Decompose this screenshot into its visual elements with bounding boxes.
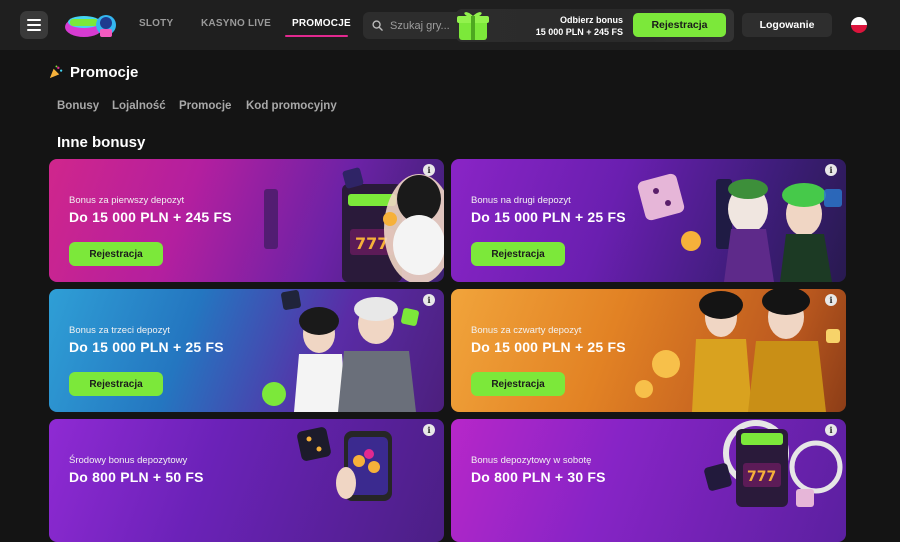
bonus-card[interactable]: i Bonus za trzeci depozyt Do 15 000 PLN …	[49, 289, 444, 412]
page-title-text: Promocje	[70, 64, 139, 81]
search-box[interactable]	[363, 12, 460, 39]
card-amount: Do 15 000 PLN + 25 FS	[471, 339, 626, 355]
menu-icon[interactable]	[20, 11, 48, 39]
card-subtitle: Bonus za czwarty depozyt	[471, 325, 582, 336]
page-title: Promocje	[48, 64, 138, 81]
info-icon[interactable]: i	[423, 294, 435, 306]
card-illustration	[297, 427, 392, 501]
card-amount: Do 15 000 PLN + 25 FS	[471, 209, 626, 225]
svg-text:777: 777	[355, 234, 388, 253]
top-header: SLOTY KASYNO LIVE PROMOCJE Odbierz bonus…	[0, 0, 900, 50]
subnav-bonusy[interactable]: Bonusy	[57, 100, 99, 112]
card-register-button[interactable]: Rejestracja	[471, 372, 565, 396]
info-icon[interactable]: i	[825, 294, 837, 306]
card-register-button[interactable]: Rejestracja	[69, 372, 163, 396]
search-icon	[372, 20, 383, 31]
card-subtitle: Bonus na drugi depozyt	[471, 195, 571, 206]
card-illustration: 777	[704, 420, 843, 507]
site-logo[interactable]	[62, 10, 118, 40]
bonus-card[interactable]: 777 i Bonus depozytowy w sobotę Do 800 P…	[451, 419, 846, 542]
header-bonus-text: Odbierz bonus 15 000 PLN + 245 FS	[535, 14, 623, 38]
bonus-card[interactable]: i Bonus za czwarty depozyt Do 15 000 PLN…	[451, 289, 846, 412]
info-icon[interactable]: i	[825, 424, 837, 436]
card-subtitle: Bonus za pierwszy depozyt	[69, 195, 185, 206]
card-illustration	[262, 290, 419, 412]
svg-text:777: 777	[747, 469, 776, 485]
poland-flag-icon[interactable]	[851, 17, 867, 33]
header-bonus-line2: 15 000 PLN + 245 FS	[535, 27, 623, 37]
subnav-lojalnosc[interactable]: Lojalność	[112, 100, 166, 112]
card-amount: Do 15 000 PLN + 25 FS	[69, 339, 224, 355]
subnav-kod-promocyjny[interactable]: Kod promocyjny	[246, 100, 337, 112]
bonus-card[interactable]: i Środowy bonus depozytowy Do 800 PLN + …	[49, 419, 444, 542]
card-amount: Do 800 PLN + 50 FS	[69, 469, 204, 485]
subnav-promocje[interactable]: Promocje	[179, 100, 231, 112]
card-amount: Do 800 PLN + 30 FS	[471, 469, 606, 485]
bonus-card[interactable]: i Bonus na drugi depozyt Do 15 000 PLN +…	[451, 159, 846, 282]
header-bonus-line1: Odbierz bonus	[560, 15, 623, 25]
login-button[interactable]: Logowanie	[742, 13, 832, 37]
section-title: Inne bonusy	[57, 134, 146, 151]
nav-kasyno-live[interactable]: KASYNO LIVE	[201, 18, 271, 29]
card-subtitle: Bonus depozytowy w sobotę	[471, 455, 592, 466]
info-icon[interactable]: i	[423, 164, 435, 176]
card-amount: Do 15 000 PLN + 245 FS	[69, 209, 232, 225]
card-subtitle: Środowy bonus depozytowy	[69, 455, 188, 466]
nav-sloty[interactable]: SLOTY	[139, 18, 173, 29]
card-register-button[interactable]: Rejestracja	[69, 242, 163, 266]
card-illustration	[635, 289, 840, 412]
gift-icon	[457, 12, 489, 40]
card-register-button[interactable]: Rejestracja	[471, 242, 565, 266]
card-subtitle: Bonus za trzeci depozyt	[69, 325, 170, 336]
active-nav-indicator	[285, 35, 348, 37]
card-illustration	[637, 173, 842, 282]
info-icon[interactable]: i	[423, 424, 435, 436]
register-button[interactable]: Rejestracja	[633, 13, 726, 37]
search-input[interactable]	[390, 19, 456, 32]
party-popper-icon	[49, 65, 63, 79]
nav-promocje[interactable]: PROMOCJE	[292, 18, 351, 29]
bonus-card[interactable]: 777 i Bonus za pierwszy depozyt Do 15 00…	[49, 159, 444, 282]
info-icon[interactable]: i	[825, 164, 837, 176]
